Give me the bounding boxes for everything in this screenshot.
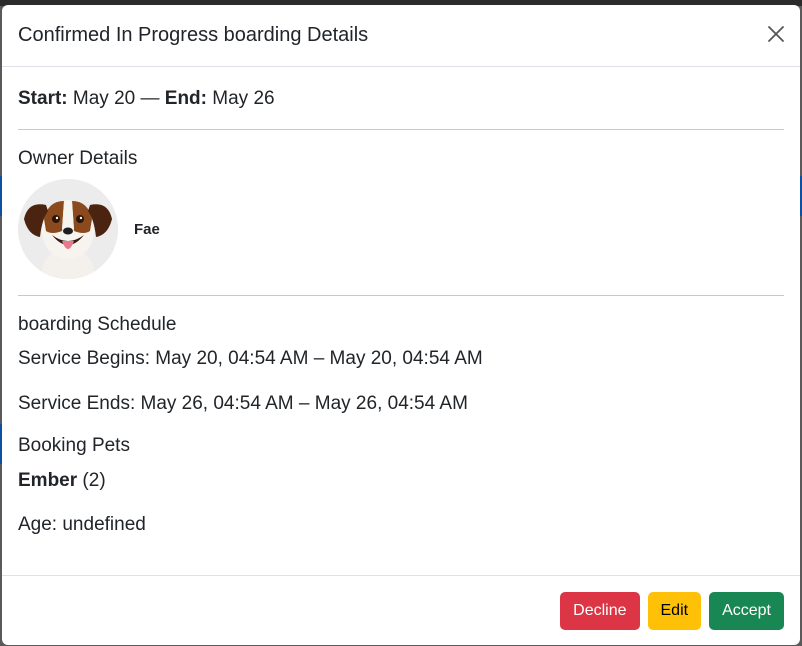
pet-entry: Ember (2) [18, 470, 784, 492]
accept-button[interactable]: Accept [709, 591, 784, 630]
close-button[interactable] [764, 22, 788, 48]
booking-dates: Start: May 20 — End: May 26 [18, 67, 784, 129]
end-value: May 26 [212, 88, 275, 109]
pet-name: Ember [18, 470, 78, 491]
service-ends: Service Ends: May 26, 04:54 AM – May 26,… [18, 393, 468, 414]
owner-details: Owner Details Fae [18, 130, 784, 295]
schedule-section-title: boarding Schedule [18, 314, 177, 335]
modal-footer: Decline Edit Accept [2, 575, 800, 645]
pet-count: (2) [82, 470, 106, 491]
owner-section-title: Owner Details [18, 148, 138, 169]
edit-button[interactable]: Edit [647, 591, 702, 630]
owner-row: Fae [18, 179, 784, 279]
modal-title: Confirmed In Progress boarding Details [18, 24, 369, 46]
date-separator: — [140, 88, 160, 109]
owner-name: Fae [134, 220, 160, 238]
dog-avatar-icon [18, 179, 118, 279]
pets-section-title: Booking Pets [18, 435, 130, 456]
owner-avatar [18, 179, 118, 279]
start-value: May 20 [72, 88, 136, 109]
decline-button[interactable]: Decline [560, 591, 640, 630]
end-label: End: [164, 88, 207, 109]
start-label: Start: [18, 88, 68, 109]
close-icon [768, 25, 784, 42]
schedule-section: boarding Schedule Service Begins: May 20… [18, 296, 784, 536]
modal-header: Confirmed In Progress boarding Details [2, 5, 800, 67]
pet-age: Age: undefined [18, 514, 146, 535]
booking-details-modal: Confirmed In Progress boarding Details S… [2, 5, 800, 645]
modal-body: Start: May 20 — End: May 26 Owner Detail… [2, 67, 800, 536]
service-begins: Service Begins: May 20, 04:54 AM – May 2… [18, 348, 483, 369]
